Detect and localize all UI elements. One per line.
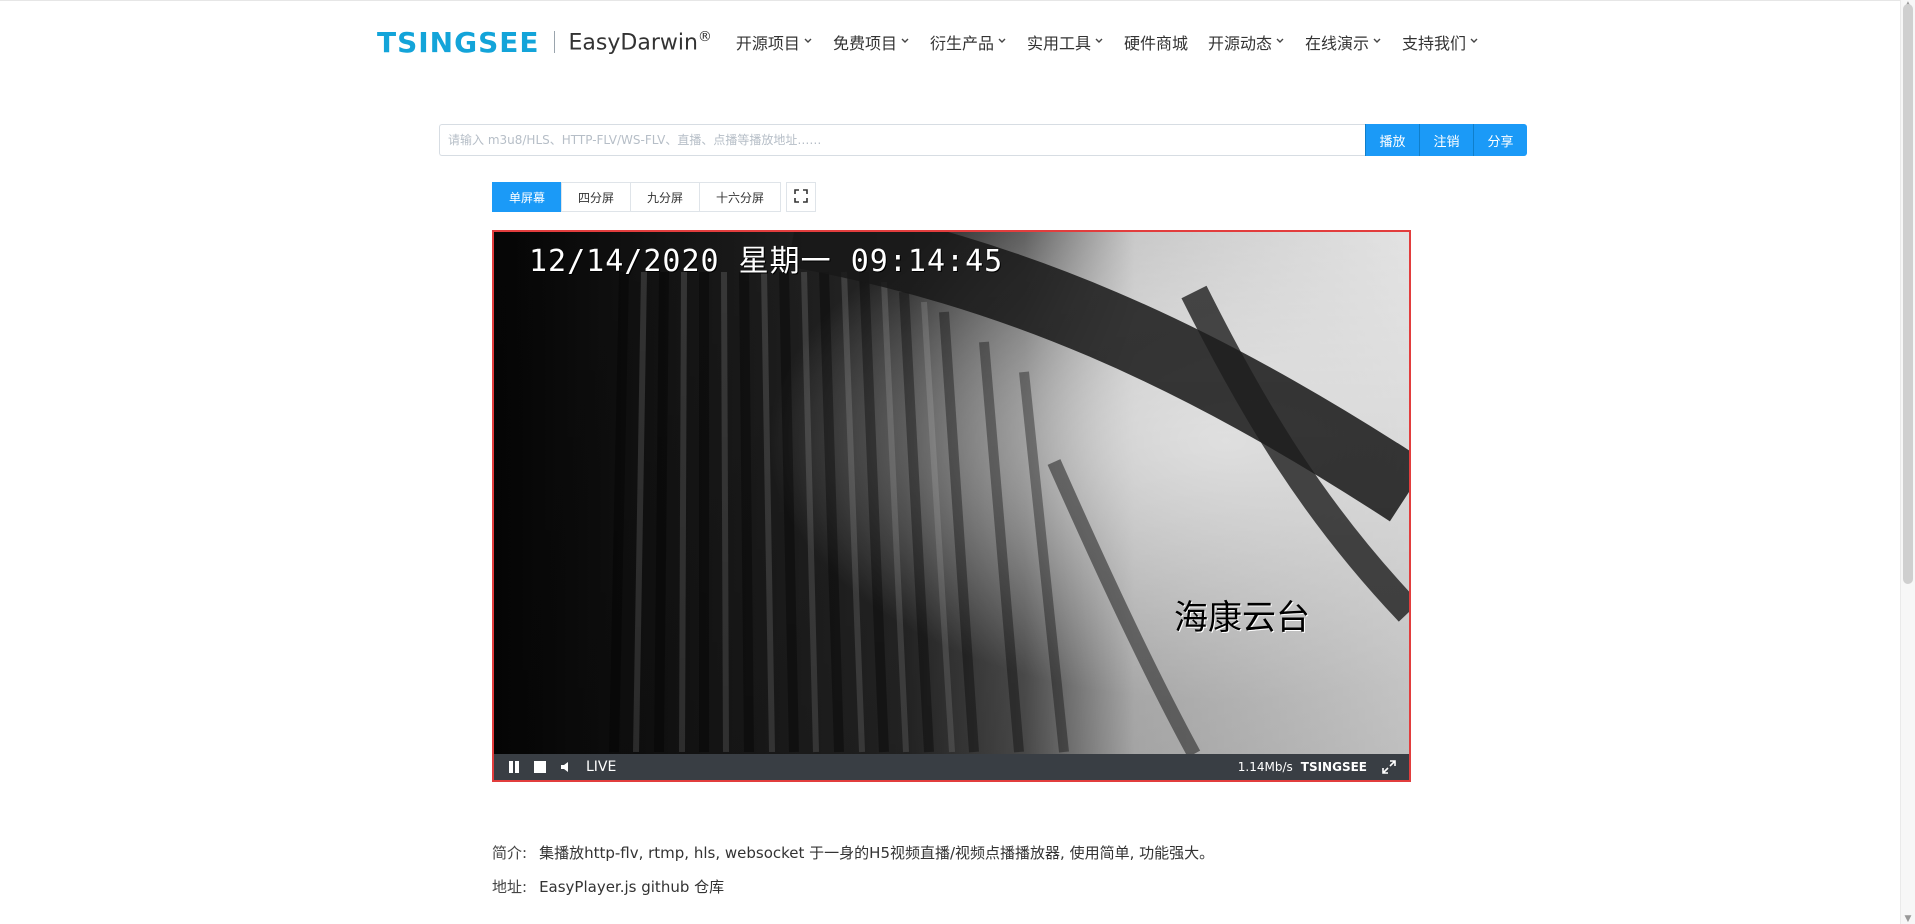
player-info: 简介: 集播放http-flv, rtmp, hls, websocket 于一… [492,835,1214,903]
nav-item-label: 实用工具 [1026,34,1091,53]
registered-mark: ® [697,28,712,45]
bitrate-readout: 1.14Mb/s [1237,760,1293,774]
main-nav: 开源项目 免费项目 衍生产品 实用工具 硬件商城 开源动态 在线演示 支持我们 [736,30,1499,54]
nav-item-label: 开源动态 [1208,34,1273,53]
nav-item-demo[interactable]: 在线演示 [1305,30,1382,54]
url-bar: 播放 注销 分享 [439,124,1527,156]
intro-text: 集播放http-flv, rtmp, hls, websocket 于一身的H5… [539,843,1215,862]
nav-item-label: 支持我们 [1402,34,1467,53]
volume-icon[interactable] [558,759,574,775]
chevron-down-icon [997,36,1007,49]
nav-item-label: 免费项目 [832,34,897,53]
scroll-thumb[interactable] [1903,4,1913,584]
tab-single-screen[interactable]: 单屏幕 [492,182,563,212]
tab-nine-screen[interactable]: 九分屏 [630,182,701,212]
layout-tabs: 单屏幕 四分屏 九分屏 十六分屏 [492,182,817,212]
nav-item-free[interactable]: 免费项目 [833,30,910,54]
nav-item-support[interactable]: 支持我们 [1402,30,1479,54]
site-header: TSINGSEE EasyDarwin® 开源项目 免费项目 衍生产品 实用工具 [377,18,1499,66]
stop-icon[interactable] [532,759,548,775]
nav-item-label: 硬件商城 [1123,34,1188,53]
github-repo-link[interactable]: EasyPlayer.js github 仓库 [539,876,724,897]
nav-item-derived-products[interactable]: 衍生产品 [930,30,1007,54]
nav-item-open-source[interactable]: 开源项目 [736,30,813,54]
tab-sixteen-screen[interactable]: 十六分屏 [699,182,782,212]
intro-row: 简介: 集播放http-flv, rtmp, hls, websocket 于一… [492,835,1214,869]
intro-label: 简介: [492,843,528,862]
tsingsee-logo: TSINGSEE [377,25,540,59]
player-controls: LIVE 1.14Mb/s TSINGSEE [494,754,1409,780]
controls-right: 1.14Mb/s TSINGSEE [1238,759,1397,775]
nav-item-label: 在线演示 [1305,34,1370,53]
chevron-down-icon [803,36,813,49]
live-indicator: LIVE [586,759,617,775]
logout-button[interactable]: 注销 [1419,124,1473,156]
top-divider [0,0,1915,1]
pause-icon[interactable] [506,759,522,775]
osd-datetime: 12/14/2020 星期一 09:14:45 [529,244,1004,279]
address-row: 地址: EasyPlayer.js github 仓库 [492,869,1214,903]
chevron-down-icon [900,36,910,49]
camera-feed-image [494,232,1409,754]
video-player[interactable]: 12/14/2020 星期一 09:14:45 海康云台 LIVE 1.14Mb… [492,230,1411,782]
tab-four-screen[interactable]: 四分屏 [561,182,632,212]
nav-item-tools[interactable]: 实用工具 [1027,30,1104,54]
nav-item-hardware-store[interactable]: 硬件商城 [1124,30,1188,54]
address-label: 地址: [492,877,528,896]
product-name: EasyDarwin® [569,29,712,55]
nav-item-news[interactable]: 开源动态 [1208,30,1285,54]
osd-camera-label: 海康云台 [1174,598,1310,638]
video-frame[interactable]: 12/14/2020 星期一 09:14:45 海康云台 [494,232,1409,754]
fullscreen-toggle-button[interactable] [786,182,817,212]
url-input[interactable] [439,124,1365,156]
expand-icon [794,188,808,207]
fullscreen-icon[interactable] [1381,759,1397,775]
page-scrollbar[interactable]: ▲ ▼ [1900,0,1915,924]
scroll-down-icon[interactable]: ▼ [1903,914,1913,924]
share-button[interactable]: 分享 [1473,124,1527,156]
chevron-down-icon [1372,36,1382,49]
nav-item-label: 衍生产品 [929,34,994,53]
play-button[interactable]: 播放 [1365,124,1419,156]
chevron-down-icon [1469,36,1479,49]
product-name-text: EasyDarwin [568,30,698,56]
controls-left: LIVE [506,759,616,775]
chevron-down-icon [1094,36,1104,49]
brand[interactable]: TSINGSEE EasyDarwin® [377,26,712,59]
player-brand-logo: TSINGSEE [1300,760,1367,774]
chevron-down-icon [1275,36,1285,49]
logo-divider [553,31,555,53]
nav-item-label: 开源项目 [735,34,800,53]
